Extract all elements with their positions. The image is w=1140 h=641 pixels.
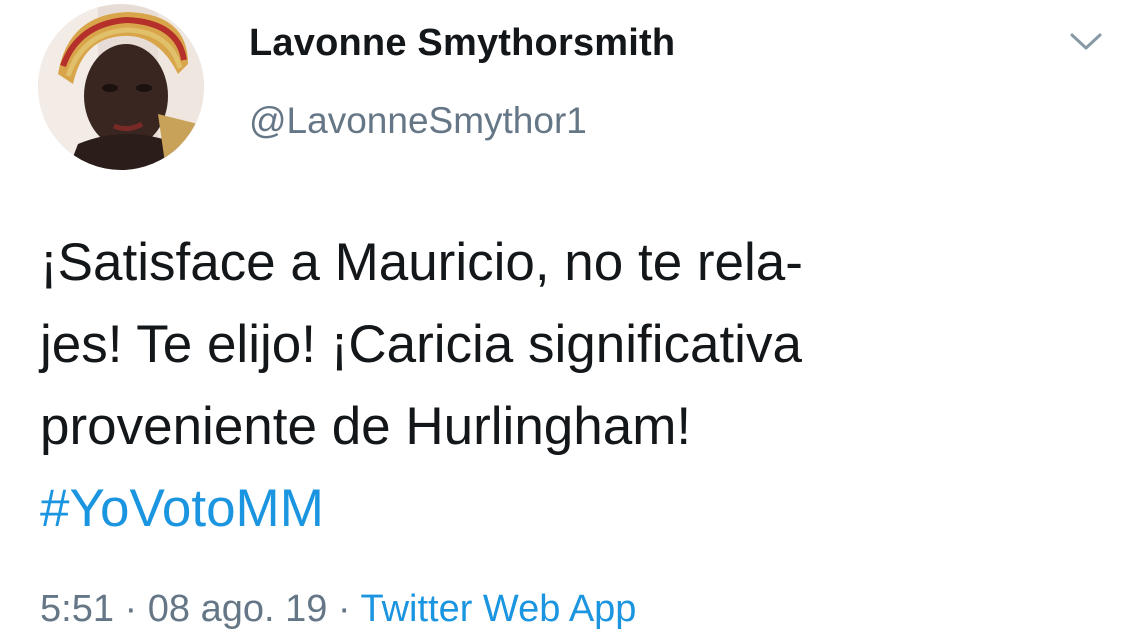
tweet-text-line: ¡Satisface a Mauricio, no te rela- xyxy=(40,233,803,292)
profile-photo xyxy=(38,4,204,170)
tweet-text-line: proveniente de Hurlingham! xyxy=(40,397,692,456)
hashtag-link[interactable]: #YoVotoMM xyxy=(40,468,1120,550)
display-name[interactable]: Lavonne Smythorsmith xyxy=(249,22,675,65)
tweet-source-link[interactable]: Twitter Web App xyxy=(360,588,636,630)
tweet-time[interactable]: 5:51 xyxy=(40,588,114,630)
meta-separator: · xyxy=(113,588,148,630)
avatar[interactable] xyxy=(38,4,204,170)
user-handle[interactable]: @LavonneSmythor1 xyxy=(249,100,587,142)
tweet-date[interactable]: 08 ago. 19 xyxy=(148,588,328,630)
tweet-text: ¡Satisface a Mauricio, no te rela- jes! … xyxy=(40,222,1120,550)
meta-separator: · xyxy=(327,588,361,630)
chevron-down-icon[interactable] xyxy=(1066,28,1106,56)
tweet-text-line: jes! Te elijo! ¡Caricia significativa xyxy=(40,315,802,374)
tweet-meta: 5:51 · 08 ago. 19 · Twitter Web App xyxy=(40,588,636,631)
tweet-card: Lavonne Smythorsmith @LavonneSmythor1 ¡S… xyxy=(0,0,1140,641)
